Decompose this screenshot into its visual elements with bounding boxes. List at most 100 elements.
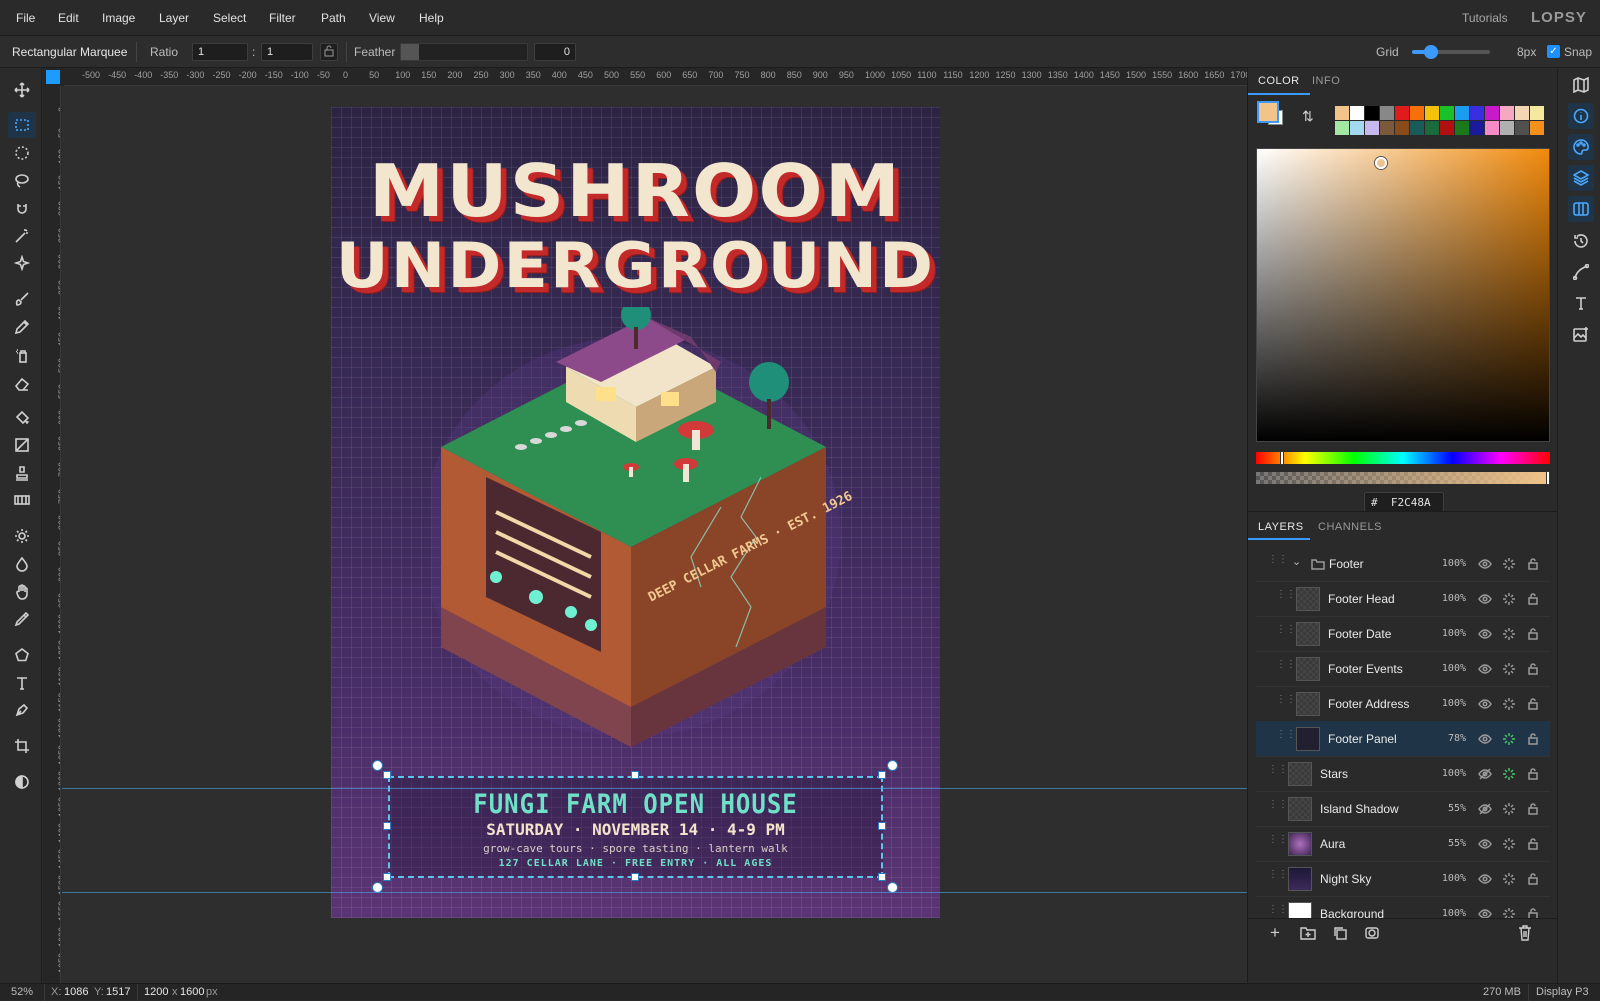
eye-icon[interactable]	[1478, 697, 1492, 711]
add-layer-icon[interactable]: +	[1270, 923, 1280, 943]
color-swatch[interactable]	[1515, 106, 1529, 120]
layer-opacity[interactable]: 55%	[1448, 838, 1466, 849]
feather-input[interactable]: 0	[534, 43, 576, 61]
layer-opacity[interactable]: 100%	[1442, 698, 1466, 709]
eye-icon[interactable]	[1478, 627, 1492, 641]
image-adjust-button[interactable]	[1568, 321, 1594, 347]
eye-icon[interactable]	[1478, 837, 1492, 851]
layer-opacity[interactable]: 100%	[1442, 628, 1466, 639]
hand-tool[interactable]	[8, 579, 36, 605]
layer-row[interactable]: ⋮⋮ Island Shadow 55%	[1256, 791, 1550, 827]
character-button[interactable]	[1568, 290, 1594, 316]
layer-row[interactable]: ⋮⋮ Footer Date 100%	[1256, 616, 1550, 652]
menu-path[interactable]: Path	[321, 11, 346, 25]
stamp-tool[interactable]	[8, 460, 36, 486]
pencil-tool[interactable]	[8, 314, 36, 340]
layer-row[interactable]: ⋮⋮ Footer Panel 78%	[1256, 721, 1550, 757]
brush-tool[interactable]	[8, 286, 36, 312]
layer-opacity[interactable]: 100%	[1442, 558, 1466, 569]
layer-mask-icon[interactable]	[1364, 925, 1380, 941]
drag-handle-icon[interactable]: ⋮⋮	[1268, 765, 1288, 780]
layer-row[interactable]: ⋮⋮ Night Sky 100%	[1256, 861, 1550, 897]
effects-icon[interactable]	[1502, 802, 1516, 816]
color-swatch[interactable]	[1530, 121, 1544, 135]
layer-row[interactable]: ⋮⋮ Footer Address 100%	[1256, 686, 1550, 722]
info-button[interactable]	[1568, 103, 1594, 129]
color-swatch[interactable]	[1380, 121, 1394, 135]
alpha-slider-thumb[interactable]	[1546, 471, 1550, 485]
guide-horizontal-top[interactable]	[62, 788, 1247, 789]
ellipse-marquee-tool[interactable]	[8, 140, 36, 166]
color-swatch[interactable]	[1410, 121, 1424, 135]
drag-handle-icon[interactable]: ⋮⋮	[1268, 555, 1288, 570]
eyedropper-tool[interactable]	[8, 606, 36, 632]
layer-row[interactable]: ⋮⋮ Footer Head 100%	[1256, 581, 1550, 617]
menu-image[interactable]: Image	[102, 11, 135, 25]
effects-icon[interactable]	[1502, 837, 1516, 851]
layer-row[interactable]: ⋮⋮ Background 100%	[1256, 896, 1550, 918]
menu-view[interactable]: View	[369, 11, 395, 25]
spray-tool[interactable]	[8, 342, 36, 368]
lock-icon[interactable]	[1526, 697, 1540, 711]
eye-icon[interactable]	[1478, 662, 1492, 676]
chevron-down-icon[interactable]: ⌄	[1292, 555, 1301, 568]
rotate-handle-ne[interactable]	[887, 760, 898, 771]
foreground-color-swatch[interactable]	[1257, 101, 1279, 123]
effects-icon[interactable]	[1502, 557, 1516, 571]
swap-colors-icon[interactable]: ⇅	[1302, 108, 1314, 125]
color-swatch[interactable]	[1335, 121, 1349, 135]
tab-info[interactable]: INFO	[1312, 75, 1340, 87]
eye-icon[interactable]	[1478, 732, 1492, 746]
layer-row[interactable]: ⋮⋮ ⌄ Footer 100%	[1256, 546, 1550, 582]
layer-row[interactable]: ⋮⋮ Footer Events 100%	[1256, 651, 1550, 687]
magnetic-lasso-tool[interactable]	[8, 196, 36, 222]
color-swatch[interactable]	[1500, 121, 1514, 135]
effects-icon[interactable]	[1502, 697, 1516, 711]
menu-help[interactable]: Help	[419, 11, 444, 25]
duplicate-layer-icon[interactable]	[1332, 925, 1348, 941]
layer-opacity[interactable]: 100%	[1442, 873, 1466, 884]
mask-toggle[interactable]	[8, 769, 36, 795]
ruler-corner[interactable]	[43, 68, 64, 86]
color-swatch[interactable]	[1440, 106, 1454, 120]
color-swatch[interactable]	[1395, 121, 1409, 135]
crop-tool[interactable]	[8, 733, 36, 759]
effects-icon[interactable]	[1502, 627, 1516, 641]
color-picker-cursor[interactable]	[1375, 157, 1387, 169]
trash-icon[interactable]	[1518, 925, 1532, 941]
lock-icon[interactable]	[1526, 557, 1540, 571]
eraser-tool[interactable]	[8, 370, 36, 396]
text-tool[interactable]	[8, 670, 36, 696]
blur-tool[interactable]	[8, 551, 36, 577]
drag-handle-icon[interactable]: ⋮⋮	[1276, 660, 1296, 675]
color-swatch[interactable]	[1455, 106, 1469, 120]
color-swatch[interactable]	[1530, 106, 1544, 120]
transform-handle-s[interactable]	[631, 873, 639, 881]
eye-icon[interactable]	[1478, 592, 1492, 606]
color-swatch[interactable]	[1470, 121, 1484, 135]
color-swatch[interactable]	[1350, 106, 1364, 120]
eye-icon[interactable]	[1478, 872, 1492, 886]
gradient-tool[interactable]	[8, 432, 36, 458]
eye-icon[interactable]	[1478, 907, 1492, 918]
rotate-handle-nw[interactable]	[372, 760, 383, 771]
feather-slider-thumb[interactable]	[401, 44, 419, 60]
color-swatch[interactable]	[1335, 106, 1349, 120]
tab-layers[interactable]: LAYERS	[1258, 521, 1304, 533]
lock-icon[interactable]	[1526, 592, 1540, 606]
guide-horizontal-bottom[interactable]	[62, 892, 1247, 893]
transform-handle-sw[interactable]	[383, 873, 391, 881]
layer-opacity[interactable]: 78%	[1448, 733, 1466, 744]
pen-tool[interactable]	[8, 697, 36, 723]
ruler-left[interactable]: 0 50 100 150 200 250 300 350 400 450 500 550 600 650 7…	[43, 86, 61, 983]
color-swatch[interactable]	[1425, 121, 1439, 135]
color-swatch[interactable]	[1440, 121, 1454, 135]
menu-select[interactable]: Select	[213, 11, 246, 25]
shape-tool[interactable]	[8, 642, 36, 668]
effects-icon[interactable]	[1502, 907, 1516, 918]
magic-wand-tool[interactable]	[8, 223, 36, 249]
ruler-origin[interactable]	[46, 70, 60, 84]
color-swatch[interactable]	[1455, 121, 1469, 135]
layer-opacity[interactable]: 100%	[1442, 908, 1466, 918]
dodge-tool[interactable]	[8, 523, 36, 549]
